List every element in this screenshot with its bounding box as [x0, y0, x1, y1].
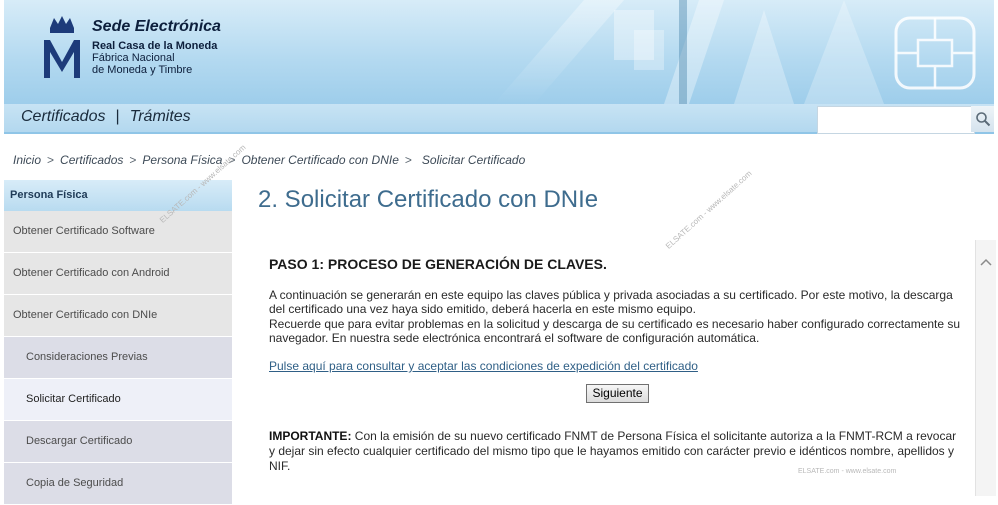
breadcrumb-separator: > [129, 153, 137, 167]
vertical-scrollbar[interactable] [975, 240, 996, 496]
search-button[interactable] [971, 106, 994, 132]
breadcrumb-persona-fisica[interactable]: Persona Física [142, 153, 222, 167]
sidebar-item-certificado-dnie[interactable]: Obtener Certificado con DNIe [4, 295, 232, 337]
scroll-up-button[interactable] [976, 252, 996, 272]
breadcrumb-current: Solicitar Certificado [421, 153, 526, 167]
sidebar: Persona Física Obtener Certificado Softw… [4, 180, 232, 505]
sidebar-item-certificado-android[interactable]: Obtener Certificado con Android [4, 253, 232, 295]
site-subtitle-2: Fábrica Nacional [92, 52, 175, 64]
nav-certificados[interactable]: Certificados [21, 108, 105, 126]
site-title: Sede Electrónica [92, 18, 221, 35]
paragraph-keys: A continuación se generarán en este equi… [269, 288, 953, 316]
important-text: Con la emisión de su nuevo certificado F… [269, 429, 957, 473]
sidebar-item-copia-seguridad[interactable]: Copia de Seguridad [4, 463, 232, 505]
site-subtitle-1: Real Casa de la Moneda [92, 40, 218, 52]
step-title: PASO 1: PROCESO DE GENERACIÓN DE CLAVES. [269, 256, 607, 272]
paragraph-browser: Recuerde que para evitar problemas en la… [269, 317, 961, 345]
smartcard-chip-icon [894, 16, 976, 90]
main-nav: Certificados | Trámites [4, 104, 994, 134]
sidebar-item-descargar[interactable]: Descargar Certificado [4, 421, 232, 463]
crown-m-logo-icon [44, 16, 80, 78]
siguiente-button[interactable]: Siguiente [586, 384, 649, 403]
important-label: IMPORTANTE: [269, 429, 352, 443]
breadcrumb-obtener-dnie[interactable]: Obtener Certificado con DNIe [241, 153, 398, 167]
breadcrumb-certificados[interactable]: Certificados [60, 153, 123, 167]
site-subtitle-3: de Moneda y Timbre [92, 64, 193, 76]
page-title: 2. Solicitar Certificado con DNIe [258, 186, 599, 213]
sidebar-item-consideraciones[interactable]: Consideraciones Previas [4, 337, 232, 379]
conditions-link[interactable]: Pulse aquí para consultar y aceptar las … [269, 359, 698, 373]
brand[interactable]: Sede Electrónica Real Casa de la Moneda … [40, 14, 221, 82]
sidebar-item-solicitar[interactable]: Solicitar Certificado [4, 379, 232, 421]
search-icon [975, 112, 990, 127]
breadcrumb: Inicio > Certificados > Persona Física > Obten… [13, 153, 525, 167]
breadcrumb-separator: > [404, 153, 412, 167]
chevron-up-icon [980, 258, 992, 266]
watermark: ELSATE.com - www.elsate.com [798, 468, 897, 475]
nav-separator: | [115, 108, 120, 125]
breadcrumb-inicio[interactable]: Inicio [13, 153, 41, 167]
search-input[interactable] [817, 106, 975, 134]
watermark: ELSATE.com - www.elsate.com [664, 168, 754, 251]
content-panel: PASO 1: PROCESO DE GENERACIÓN DE CLAVES.… [255, 240, 975, 496]
site-header: Sede Electrónica Real Casa de la Moneda … [4, 0, 994, 134]
nav-tramites[interactable]: Trámites [130, 108, 191, 126]
breadcrumb-separator: > [47, 153, 55, 167]
sidebar-item-certificado-software[interactable]: Obtener Certificado Software [4, 211, 232, 253]
